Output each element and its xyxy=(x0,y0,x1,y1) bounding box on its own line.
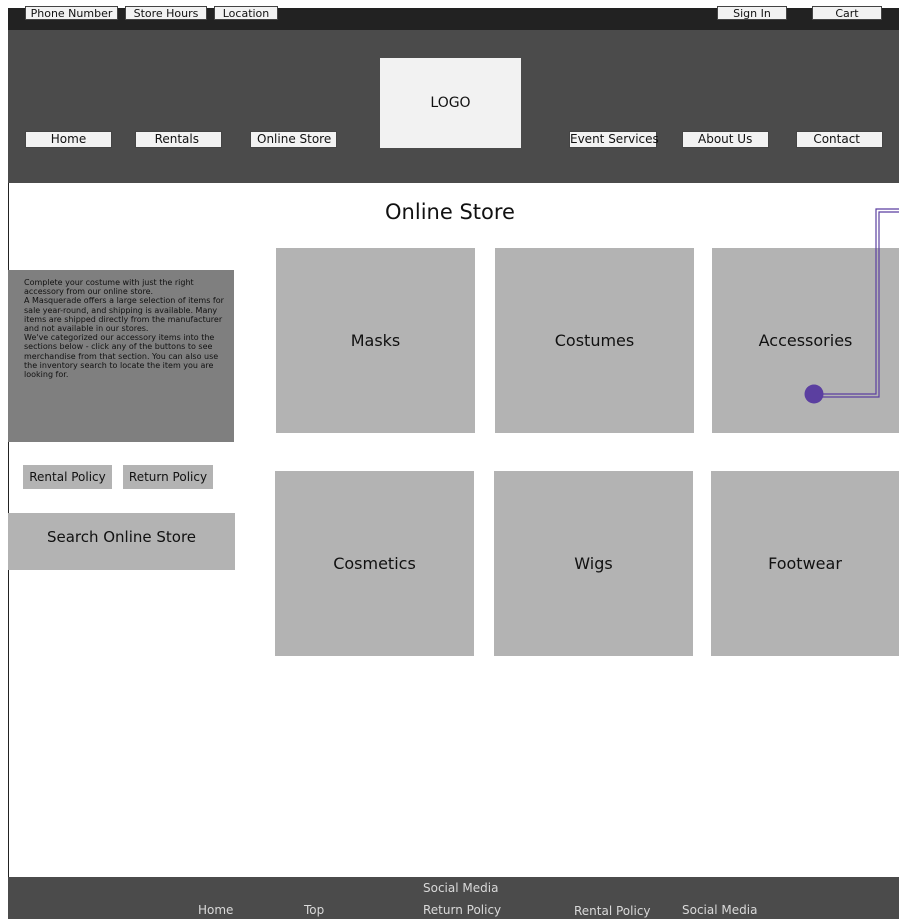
cart-button[interactable]: Cart xyxy=(812,6,882,20)
page-title: Online Store xyxy=(385,200,515,224)
nav-about-us[interactable]: About Us xyxy=(682,131,769,148)
category-cosmetics[interactable]: Cosmetics xyxy=(275,471,474,656)
nav-contact[interactable]: Contact xyxy=(796,131,883,148)
return-policy-button[interactable]: Return Policy xyxy=(123,465,213,489)
footer-rental-policy[interactable]: Rental Policy xyxy=(574,904,651,918)
nav-online-store[interactable]: Online Store xyxy=(250,131,337,148)
store-description-panel: Complete your costume with just the righ… xyxy=(8,270,234,442)
logo[interactable]: LOGO xyxy=(380,58,521,148)
description-paragraph: Complete your costume with just the righ… xyxy=(24,278,194,297)
store-hours-link[interactable]: Store Hours xyxy=(125,6,207,20)
category-wigs[interactable]: Wigs xyxy=(494,471,693,656)
phone-number-link[interactable]: Phone Number xyxy=(25,6,118,20)
category-accessories[interactable]: Accessories xyxy=(712,248,899,433)
description-paragraph: We've categorized our accessory items in… xyxy=(24,333,219,380)
nav-event-services[interactable]: Event Services xyxy=(569,131,659,148)
description-paragraph: A Masquerade offers a large selection of… xyxy=(24,296,224,334)
category-costumes[interactable]: Costumes xyxy=(495,248,694,433)
category-footwear[interactable]: Footwear xyxy=(711,471,899,656)
footer-social-media[interactable]: Social Media xyxy=(423,881,498,895)
location-link[interactable]: Location xyxy=(214,6,278,20)
footer-home[interactable]: Home xyxy=(198,903,233,917)
category-masks[interactable]: Masks xyxy=(276,248,475,433)
search-online-store-button[interactable]: Search Online Store xyxy=(8,513,235,570)
rental-policy-button[interactable]: Rental Policy xyxy=(23,465,112,489)
sign-in-button[interactable]: Sign In xyxy=(717,6,787,20)
footer-return-policy[interactable]: Return Policy xyxy=(423,903,501,917)
nav-home[interactable]: Home xyxy=(25,131,112,148)
nav-rentals[interactable]: Rentals xyxy=(135,131,222,148)
footer-social-media[interactable]: Social Media xyxy=(682,903,757,917)
footer-top[interactable]: Top xyxy=(304,903,324,917)
